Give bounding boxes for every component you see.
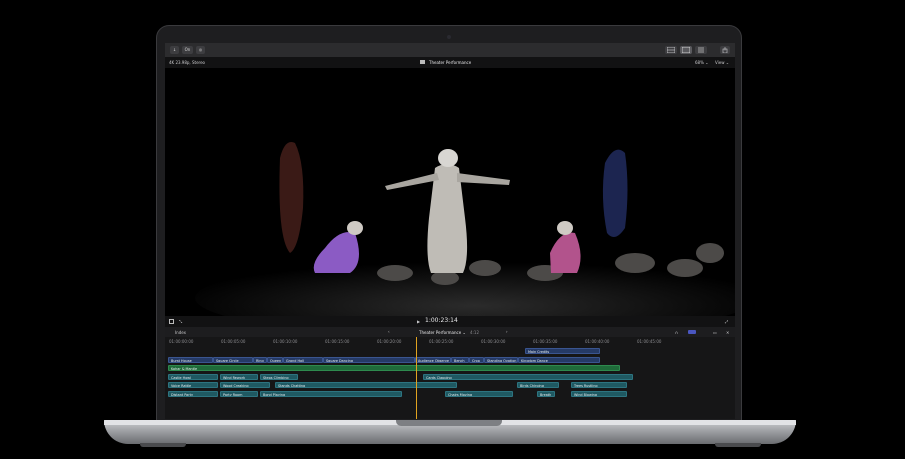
project-duration: 4:12 [470, 330, 479, 335]
viewer-options-icon[interactable] [169, 319, 174, 324]
viewer-video-frame [165, 68, 735, 316]
history-forward-icon[interactable]: › [506, 329, 508, 334]
video-clip[interactable]: Square Dancing [323, 357, 415, 363]
laptop-foot-right [715, 443, 761, 447]
video-clip[interactable]: Bench [451, 357, 469, 363]
ruler-tick: 01:00:10:00 [273, 339, 298, 344]
audio-clip[interactable]: Wind Blowing [571, 391, 627, 397]
performance-video-image [165, 68, 735, 316]
grid-icon[interactable] [665, 46, 677, 54]
timeline-header: Index ‹ Theater Performance ⌄ 4:12 › ∩ ▭… [165, 327, 735, 337]
history-back-icon[interactable]: ‹ [388, 329, 390, 334]
video-clip[interactable]: Audience Observe [415, 357, 451, 363]
audio-clip[interactable]: Breath [537, 391, 555, 397]
video-clip[interactable]: Ring [253, 357, 267, 363]
headphones-icon[interactable]: ∩ [675, 330, 678, 335]
playhead[interactable] [416, 337, 417, 419]
ruler-tick: 01:00:05:00 [221, 339, 246, 344]
sliders-icon[interactable] [695, 46, 707, 54]
audio-clip[interactable]: Trees Rustling [571, 382, 627, 388]
title-clip[interactable]: Main Credits [525, 348, 600, 354]
import-button[interactable]: ↓ [170, 46, 179, 54]
film-icon[interactable] [680, 46, 692, 54]
video-clip[interactable]: Square Circle [213, 357, 253, 363]
view-menu[interactable]: View ⌄ [715, 60, 729, 65]
audio-clip[interactable]: Castle Howl [168, 374, 218, 380]
audio-clip[interactable]: Cards Clapping [423, 374, 633, 380]
audio-clip[interactable]: Bond Playing [260, 391, 402, 397]
video-clip[interactable]: Burst House [168, 357, 213, 363]
project-title: Theater Performance [429, 60, 472, 65]
zoom-menu[interactable]: 68% ⌄ [695, 60, 709, 65]
index-button[interactable]: Index [175, 330, 186, 335]
play-button[interactable]: ▶ [417, 319, 420, 324]
snapping-toggle[interactable] [688, 330, 696, 334]
video-clip[interactable]: Crop [469, 357, 484, 363]
share-icon[interactable] [720, 46, 730, 54]
ruler-tick: 01:00:15:00 [325, 339, 350, 344]
format-label: 4K 23.98p, Stereo [169, 60, 206, 65]
timecode-display[interactable]: 1:00:23:14 [425, 318, 458, 324]
timeline-tracks: Main Credits Burst House Square Circle R… [165, 347, 735, 419]
audio-clip[interactable]: Wood Creaking [220, 382, 270, 388]
transform-tool-icon[interactable]: ⤡ [179, 319, 182, 324]
fullscreen-icon[interactable]: ⤢ [725, 319, 728, 324]
audio-clip[interactable]: Chairs Moving [445, 391, 513, 397]
timeline-ruler[interactable]: 01:00:00:00 01:00:05:00 01:00:10:00 01:0… [165, 337, 735, 347]
timeline-project-name[interactable]: Theater Performance ⌄ [419, 330, 466, 335]
audio-clip[interactable]: Party Room [220, 391, 258, 397]
viewer-info-bar: 4K 23.98p, Stereo Theater Performance 68… [165, 57, 735, 68]
laptop-foot-left [140, 443, 186, 447]
screen: ↓ On ◎ 4K 23.98p, Stereo Theater Perform… [165, 43, 735, 419]
keyword-button[interactable]: On [182, 46, 193, 54]
audio-clip[interactable]: Voice Rattle [168, 382, 218, 388]
ruler-tick: 01:00:35:00 [533, 339, 558, 344]
video-clip[interactable]: Standing Ovation [484, 357, 518, 363]
background-tasks-button[interactable]: ◎ [196, 46, 205, 54]
ruler-tick: 01:00:45:00 [637, 339, 662, 344]
camera-icon [447, 35, 451, 39]
audio-clip[interactable]: Wind Rework [220, 374, 258, 380]
laptop-opening-notch [396, 420, 502, 426]
video-clip[interactable]: Kingdom Dance [518, 357, 600, 363]
audio-clip[interactable]: Birds Chirping [517, 382, 559, 388]
toolbar: ↓ On ◎ [165, 43, 735, 57]
video-clip[interactable]: Grand Hall [283, 357, 323, 363]
video-clip[interactable]: Queen [267, 357, 283, 363]
ruler-tick: 01:00:40:00 [585, 339, 610, 344]
audio-clip[interactable]: Steps Climbing [260, 374, 298, 380]
music-clip[interactable]: Kohar & Mantle [168, 365, 620, 371]
clip-appearance-icon[interactable]: ▭ [713, 330, 717, 335]
ruler-tick: 01:00:00:00 [169, 339, 194, 344]
audio-clip[interactable]: Distant Party [168, 391, 218, 397]
ruler-tick: 01:00:20:00 [377, 339, 402, 344]
audio-clip[interactable]: Stands Chatting [275, 382, 457, 388]
transport-bar: ⤡ ▶ 1:00:23:14 ⤢ [165, 316, 735, 327]
ruler-tick: 01:00:25:00 [429, 339, 454, 344]
timeline-close-icon[interactable]: ✕ [726, 330, 729, 335]
film-strip-icon [420, 60, 425, 64]
ruler-tick: 01:00:30:00 [481, 339, 506, 344]
